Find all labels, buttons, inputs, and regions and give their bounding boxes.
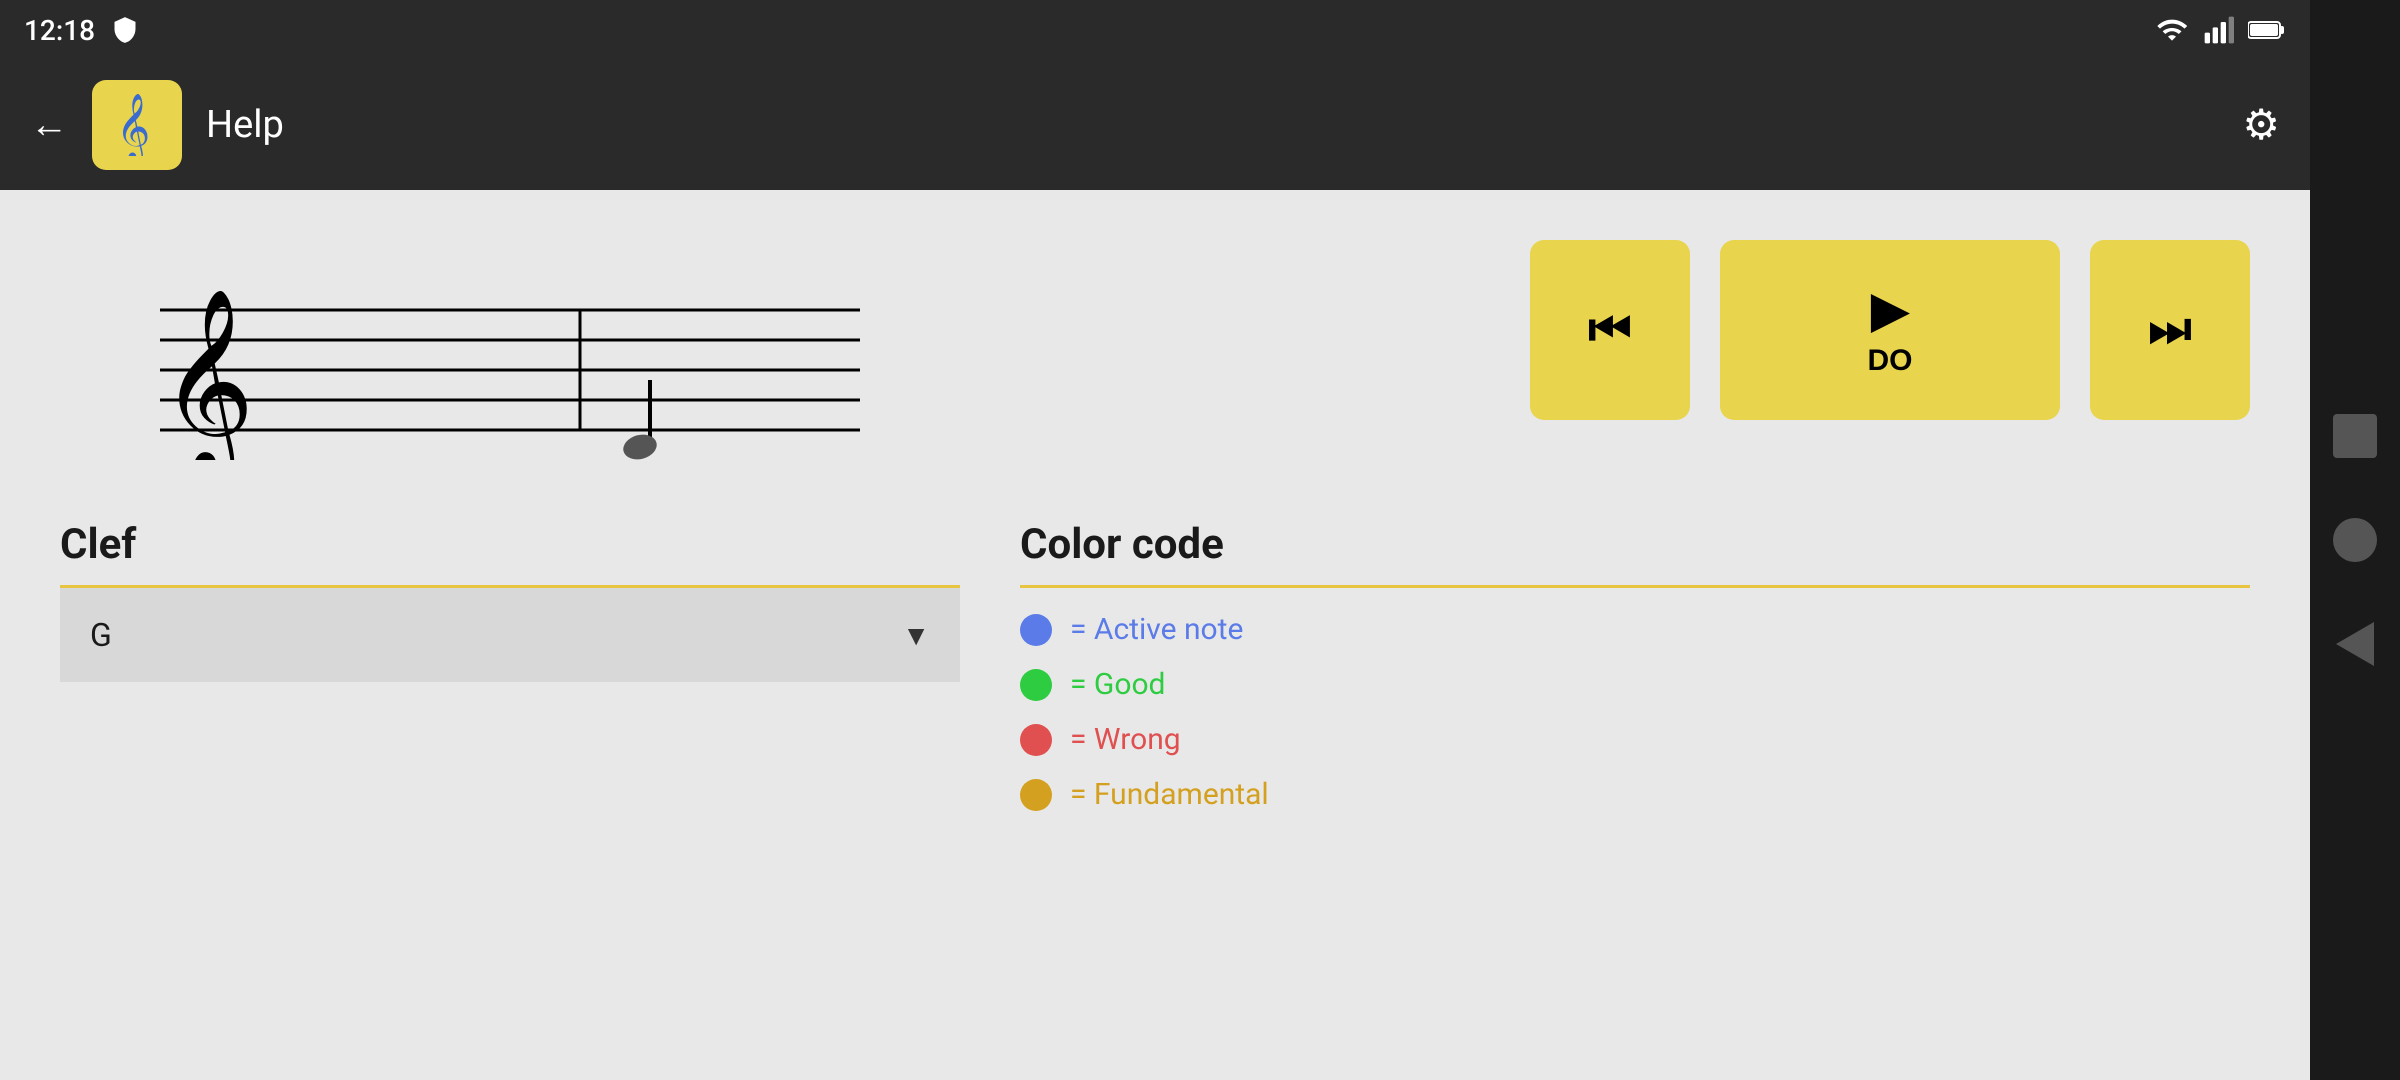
color-dot	[1020, 779, 1052, 811]
color-label: = Fundamental	[1070, 777, 1269, 812]
svg-text:𝄞: 𝄞	[116, 94, 150, 156]
color-dot	[1020, 669, 1052, 701]
play-label: DO	[1868, 344, 1913, 378]
play-button[interactable]: ▶ DO	[1720, 240, 2060, 420]
playback-controls: ⏮ ▶ DO ⏭	[1000, 230, 2250, 420]
bottom-section: Clef G ▼ Color code = Active note= Good=…	[0, 490, 2310, 872]
svg-text:𝄞: 𝄞	[160, 291, 255, 460]
color-code-title: Color code	[1020, 520, 2250, 569]
status-time: 12:18	[24, 14, 95, 47]
status-bar: 12:18	[0, 0, 2310, 60]
color-item: = Fundamental	[1020, 777, 2250, 812]
color-dot	[1020, 724, 1052, 756]
status-icons-right	[2156, 14, 2286, 46]
clef-dropdown-text: G	[90, 616, 112, 654]
color-code-divider	[1020, 585, 2250, 588]
music-icon: 𝄞	[106, 94, 168, 156]
side-nav-circle[interactable]	[2333, 518, 2377, 562]
shield-icon	[111, 16, 139, 44]
clef-dropdown-arrow: ▼	[902, 619, 930, 652]
next-icon: ⏭	[2148, 302, 2191, 358]
settings-button[interactable]: ⚙	[2242, 100, 2280, 150]
color-label: = Good	[1070, 667, 1165, 702]
color-code-section: Color code = Active note = Good = Wrong = F…	[1020, 520, 2250, 832]
prev-icon: ⏮	[1588, 302, 1631, 358]
side-nav-triangle[interactable]	[2336, 622, 2374, 666]
color-label: = Wrong	[1070, 722, 1181, 757]
back-button[interactable]: ←	[30, 103, 68, 147]
signal-icon	[2202, 14, 2234, 46]
battery-icon	[2248, 16, 2286, 44]
color-item: = Active note	[1020, 612, 2250, 647]
top-section: 𝄞 ⏮ ▶ DO ⏭	[0, 190, 2310, 490]
color-item: = Good	[1020, 667, 2250, 702]
wifi-icon	[2156, 14, 2188, 46]
clef-dropdown[interactable]: G ▼	[60, 588, 960, 682]
clef-section: Clef G ▼	[60, 520, 960, 832]
color-label: = Active note	[1070, 612, 1243, 647]
app-header: ← 𝄞 Help ⚙	[0, 60, 2310, 190]
play-icon: ▶	[1872, 282, 1909, 338]
next-button[interactable]: ⏭	[2090, 240, 2250, 420]
side-nav	[2310, 0, 2400, 1080]
header-title: Help	[206, 103, 284, 147]
staff-container: 𝄞	[60, 230, 960, 470]
main-content: 𝄞 ⏮ ▶ DO ⏭ Clef	[0, 190, 2310, 1080]
app-icon: 𝄞	[92, 80, 182, 170]
clef-title: Clef	[60, 520, 960, 569]
color-item: = Wrong	[1020, 722, 2250, 757]
color-items-container: = Active note = Good = Wrong = Fundamental	[1020, 612, 2250, 812]
prev-button[interactable]: ⏮	[1530, 240, 1690, 420]
side-nav-square[interactable]	[2333, 414, 2377, 458]
status-icons-left	[111, 16, 139, 44]
color-dot	[1020, 614, 1052, 646]
staff-svg: 𝄞	[80, 240, 940, 460]
